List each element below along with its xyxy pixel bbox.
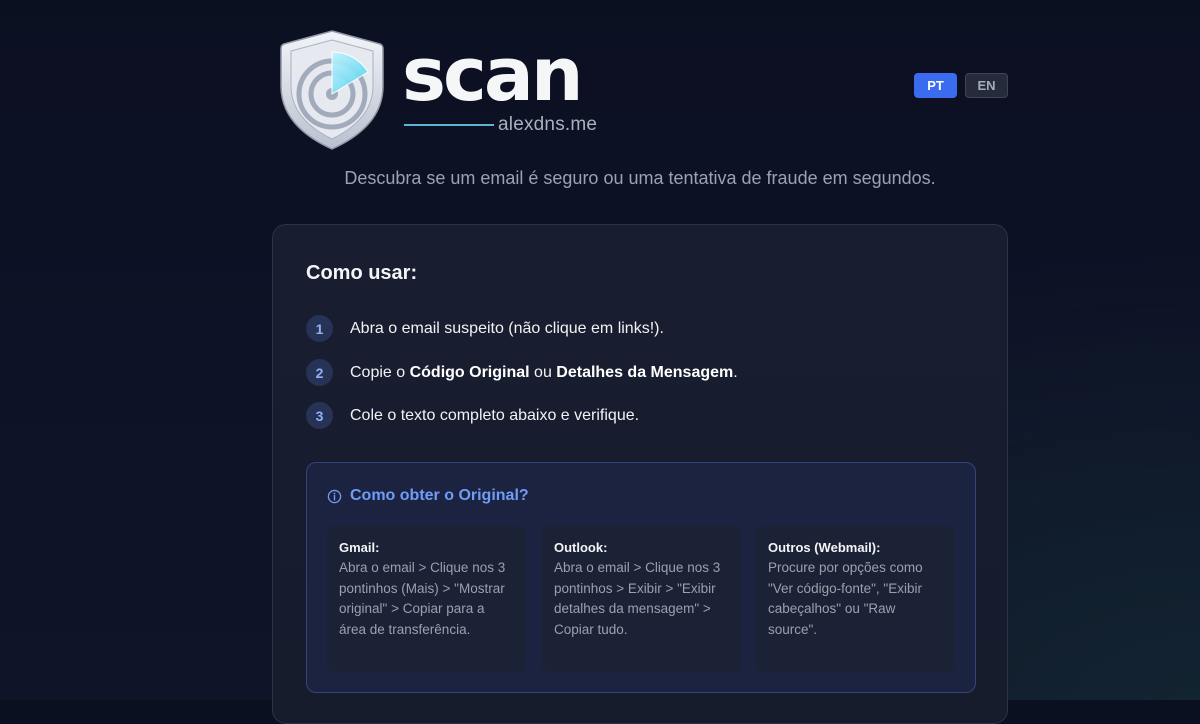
tagline: Descubra se um email é seguro ou uma ten… (344, 168, 936, 188)
step-text-bold-details: Detalhes da Mensagem (556, 363, 734, 381)
step-number: 2 (306, 359, 333, 386)
shield-radar-icon (280, 30, 384, 150)
original-help-title: Como obter o Original? (350, 487, 529, 504)
brand-underline (404, 124, 494, 126)
brand-domain-row: alexdns.me (404, 114, 597, 136)
language-pt-button[interactable]: PT (914, 73, 957, 98)
original-help-box: Como obter o Original? Gmail: Abra o ema… (306, 462, 976, 693)
step-1: 1 Abra o email suspeito (não clique em l… (306, 315, 664, 342)
original-help-header: Como obter o Original? (327, 487, 529, 505)
brand-wordmark: scan (402, 32, 584, 118)
step-text-suffix: . (733, 363, 738, 381)
provider-name: Outros (Webmail): (768, 540, 881, 555)
step-3: 3 Cole o texto completo abaixo e verifiq… (306, 402, 639, 429)
how-to-card: Como usar: 1 Abra o email suspeito (não … (272, 224, 1008, 724)
step-text-middle: ou (529, 363, 557, 381)
step-text-bold-original: Código Original (409, 363, 530, 381)
brand-logo: scan alexdns.me (276, 28, 606, 152)
info-icon (327, 489, 342, 504)
step-text: Copie o Código Original ou Detalhes da M… (350, 364, 738, 382)
provider-name: Outlook: (554, 540, 608, 555)
brand-domain: alexdns.me (498, 114, 598, 135)
provider-instructions: Abra o email > Clique nos 3 pontinhos (M… (339, 560, 506, 637)
step-number: 3 (306, 402, 333, 429)
provider-instructions: Abra o email > Clique nos 3 pontinhos > … (554, 560, 721, 637)
step-text: Cole o texto completo abaixo e verifique… (350, 406, 640, 424)
provider-instructions: Procure por opções como "Ver código-font… (768, 560, 923, 637)
provider-card-outlook: Outlook: Abra o email > Clique nos 3 pon… (542, 526, 741, 672)
step-2: 2 Copie o Código Original ou Detalhes da… (306, 359, 738, 386)
provider-card-gmail: Gmail: Abra o email > Clique nos 3 ponti… (327, 526, 526, 672)
step-text-prefix: Copie o (350, 363, 410, 381)
language-en-button[interactable]: EN (965, 73, 1008, 98)
provider-card-others: Outros (Webmail): Procure por opções com… (756, 526, 955, 672)
provider-name: Gmail: (339, 540, 380, 555)
how-to-title: Como usar: (306, 262, 418, 284)
step-number: 1 (306, 315, 333, 342)
step-text: Abra o email suspeito (não clique em lin… (350, 319, 664, 337)
